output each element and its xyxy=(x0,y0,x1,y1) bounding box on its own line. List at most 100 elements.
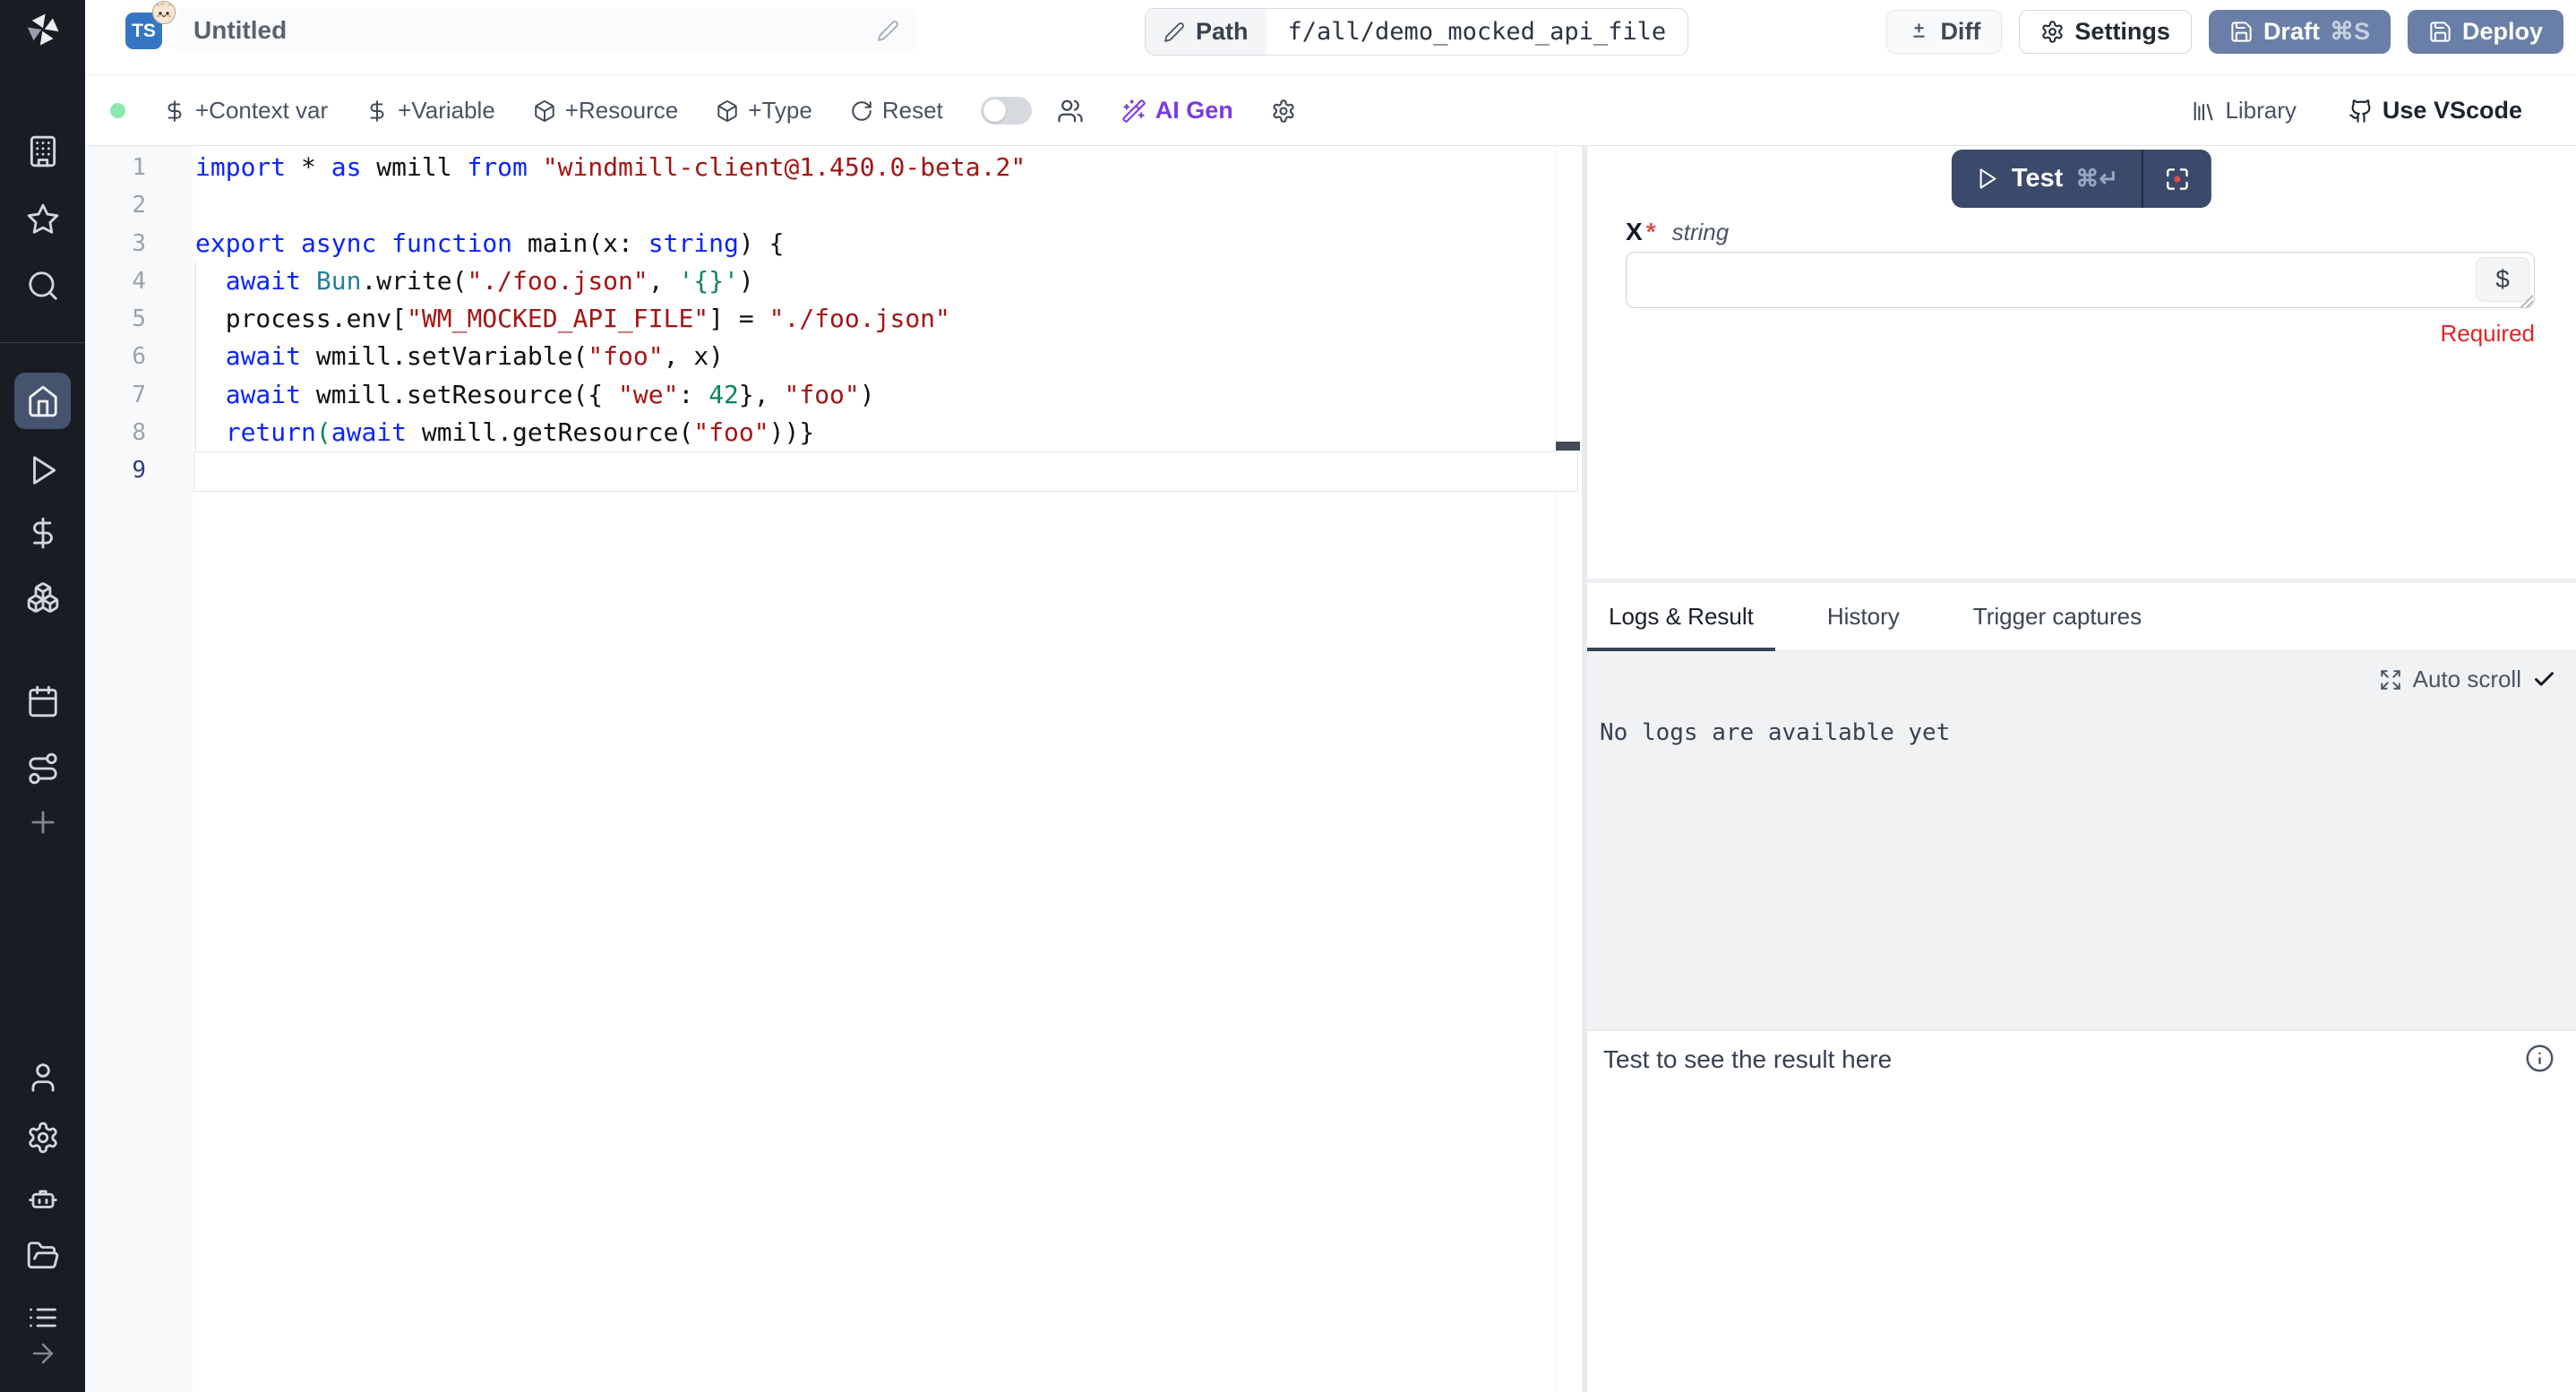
diff-button[interactable]: Diff xyxy=(1886,10,2002,54)
code-lines[interactable]: import * as wmill from "windmill-client@… xyxy=(195,149,1026,490)
language-status-dot xyxy=(110,103,125,118)
code-line-1[interactable]: import * as wmill from "windmill-client@… xyxy=(195,149,1026,186)
toggle-knob xyxy=(983,99,1006,122)
script-title: Untitled xyxy=(193,16,287,45)
script-summary-field[interactable]: Untitled xyxy=(176,8,917,53)
top-bar: TS Untitled Path f/all/demo_mocked_api_f… xyxy=(85,0,2576,75)
save-icon xyxy=(2428,20,2452,44)
logs-panel: Auto scroll No logs are available yet xyxy=(1587,651,2576,1030)
reset-rotate-icon xyxy=(850,99,873,123)
add-resource-button[interactable]: +Resource xyxy=(533,97,678,125)
bottom-tabs: Logs & Result History Trigger captures xyxy=(1587,583,2576,651)
required-asterisk: * xyxy=(1646,218,1656,246)
home-nav-item[interactable] xyxy=(14,373,71,429)
deploy-button[interactable]: Deploy xyxy=(2408,10,2563,54)
github-icon xyxy=(2348,99,2374,124)
left-nav-rail xyxy=(0,0,85,1392)
textarea-resize-handle[interactable] xyxy=(2520,295,2533,307)
ai-gen-button[interactable]: AI Gen xyxy=(1121,97,1233,125)
runs-play-icon[interactable] xyxy=(0,453,85,487)
windmill-logo[interactable] xyxy=(0,11,85,48)
search-icon[interactable] xyxy=(0,269,85,303)
workspace-icon[interactable] xyxy=(0,134,85,168)
monaco-code-editor[interactable]: 123456789 import * as wmill from "windmi… xyxy=(85,146,1582,1392)
tab-trigger-captures[interactable]: Trigger captures xyxy=(1952,583,2163,650)
add-plus-icon[interactable] xyxy=(0,805,85,839)
edit-path-pencil-icon xyxy=(1163,21,1185,43)
dollar-icon xyxy=(163,99,186,123)
draft-button[interactable]: Draft ⌘S xyxy=(2209,10,2391,54)
variables-dollar-icon[interactable] xyxy=(0,516,85,550)
package-icon xyxy=(533,99,556,123)
library-button[interactable]: Library xyxy=(2191,97,2296,125)
capture-test-button[interactable] xyxy=(2143,150,2211,208)
draft-shortcut: ⌘S xyxy=(2330,18,2370,46)
path-label-segment: Path xyxy=(1146,9,1267,55)
nav-divider xyxy=(0,342,85,343)
test-shortcut: ⌘↵ xyxy=(2075,165,2118,193)
package-icon xyxy=(716,99,739,123)
code-line-7[interactable]: await wmill.setResource({ "we": 42}, "fo… xyxy=(195,376,1026,414)
user-icon[interactable] xyxy=(0,1061,85,1095)
multiplayer-toggle[interactable] xyxy=(981,97,1032,125)
code-line-8[interactable]: return(await wmill.getResource("foo"))} xyxy=(195,414,1026,451)
code-line-5[interactable]: process.env["WM_MOCKED_API_FILE"] = "./f… xyxy=(195,300,1026,338)
auto-scroll-toggle[interactable]: Auto scroll xyxy=(2379,666,2556,693)
code-line-9[interactable] xyxy=(195,451,1026,489)
path-label: Path xyxy=(1196,18,1249,46)
result-panel: Test to see the result here xyxy=(1587,1030,2576,1392)
tab-logs-result[interactable]: Logs & Result xyxy=(1587,583,1775,650)
code-line-4[interactable]: await Bun.write("./foo.json", '{}') xyxy=(195,262,1026,300)
favorites-star-icon[interactable] xyxy=(0,202,85,236)
expand-icon xyxy=(2379,668,2402,692)
arg-name: X xyxy=(1626,218,1643,246)
run-panel: Test ⌘↵ X * string $ Required Logs & Res… xyxy=(1587,146,2576,1392)
collaborators-users-icon[interactable] xyxy=(1057,98,1084,125)
dollar-icon xyxy=(365,99,389,123)
code-line-3[interactable]: export async function main(x: string) { xyxy=(195,225,1026,262)
library-icon xyxy=(2191,99,2216,124)
settings-button[interactable]: Settings xyxy=(2019,10,2192,54)
argument-label: X * string xyxy=(1626,218,1729,246)
use-vscode-button[interactable]: Use VScode xyxy=(2348,97,2522,125)
settings-gear-icon[interactable] xyxy=(0,1121,85,1155)
editor-scrollbar-track xyxy=(1556,146,1557,1392)
arg-x-input[interactable] xyxy=(1626,252,2535,308)
no-logs-message: No logs are available yet xyxy=(1600,719,1950,746)
editor-toolbar: +Context var +Variable +Resource +Type R… xyxy=(85,76,2576,146)
gear-icon xyxy=(2040,20,2065,44)
editor-settings-gear-icon[interactable] xyxy=(1271,99,1296,124)
result-placeholder: Test to see the result here xyxy=(1603,1045,1892,1074)
play-icon xyxy=(1975,167,1999,191)
required-hint: Required xyxy=(1587,320,2535,348)
audit-list-icon[interactable] xyxy=(0,1302,85,1334)
line-number-gutter: 123456789 xyxy=(85,149,146,490)
code-line-2[interactable] xyxy=(195,186,1026,224)
reset-button[interactable]: Reset xyxy=(850,97,943,125)
collapse-arrow-icon[interactable] xyxy=(0,1338,85,1369)
code-line-6[interactable]: await wmill.setVariable("foo", x) xyxy=(195,338,1026,375)
path-value: f/all/demo_mocked_api_file xyxy=(1267,9,1688,55)
add-type-button[interactable]: +Type xyxy=(716,97,812,125)
robot-icon[interactable] xyxy=(0,1181,85,1216)
info-icon[interactable] xyxy=(2525,1044,2555,1073)
schedules-calendar-icon[interactable] xyxy=(0,684,85,718)
bun-runtime-icon xyxy=(151,0,176,25)
capture-frame-icon xyxy=(2163,165,2192,193)
script-path-field[interactable]: Path f/all/demo_mocked_api_file xyxy=(1145,8,1688,56)
plus-minus-icon xyxy=(1908,21,1930,43)
check-icon xyxy=(2532,667,2556,692)
add-context-var-button[interactable]: +Context var xyxy=(163,97,328,125)
test-button-group: Test ⌘↵ xyxy=(1952,150,2211,208)
test-button[interactable]: Test ⌘↵ xyxy=(1952,150,2142,208)
folders-icon[interactable] xyxy=(0,1239,85,1273)
edit-title-pencil-icon[interactable] xyxy=(877,20,899,42)
routes-icon[interactable] xyxy=(0,752,85,786)
add-variable-button[interactable]: +Variable xyxy=(365,97,495,125)
tab-history[interactable]: History xyxy=(1806,583,1921,650)
arg-type: string xyxy=(1672,219,1730,246)
resources-boxes-icon[interactable] xyxy=(0,580,85,614)
save-icon xyxy=(2229,20,2254,44)
scrollbar-marker[interactable] xyxy=(1556,442,1580,451)
magic-wand-icon xyxy=(1121,99,1146,124)
